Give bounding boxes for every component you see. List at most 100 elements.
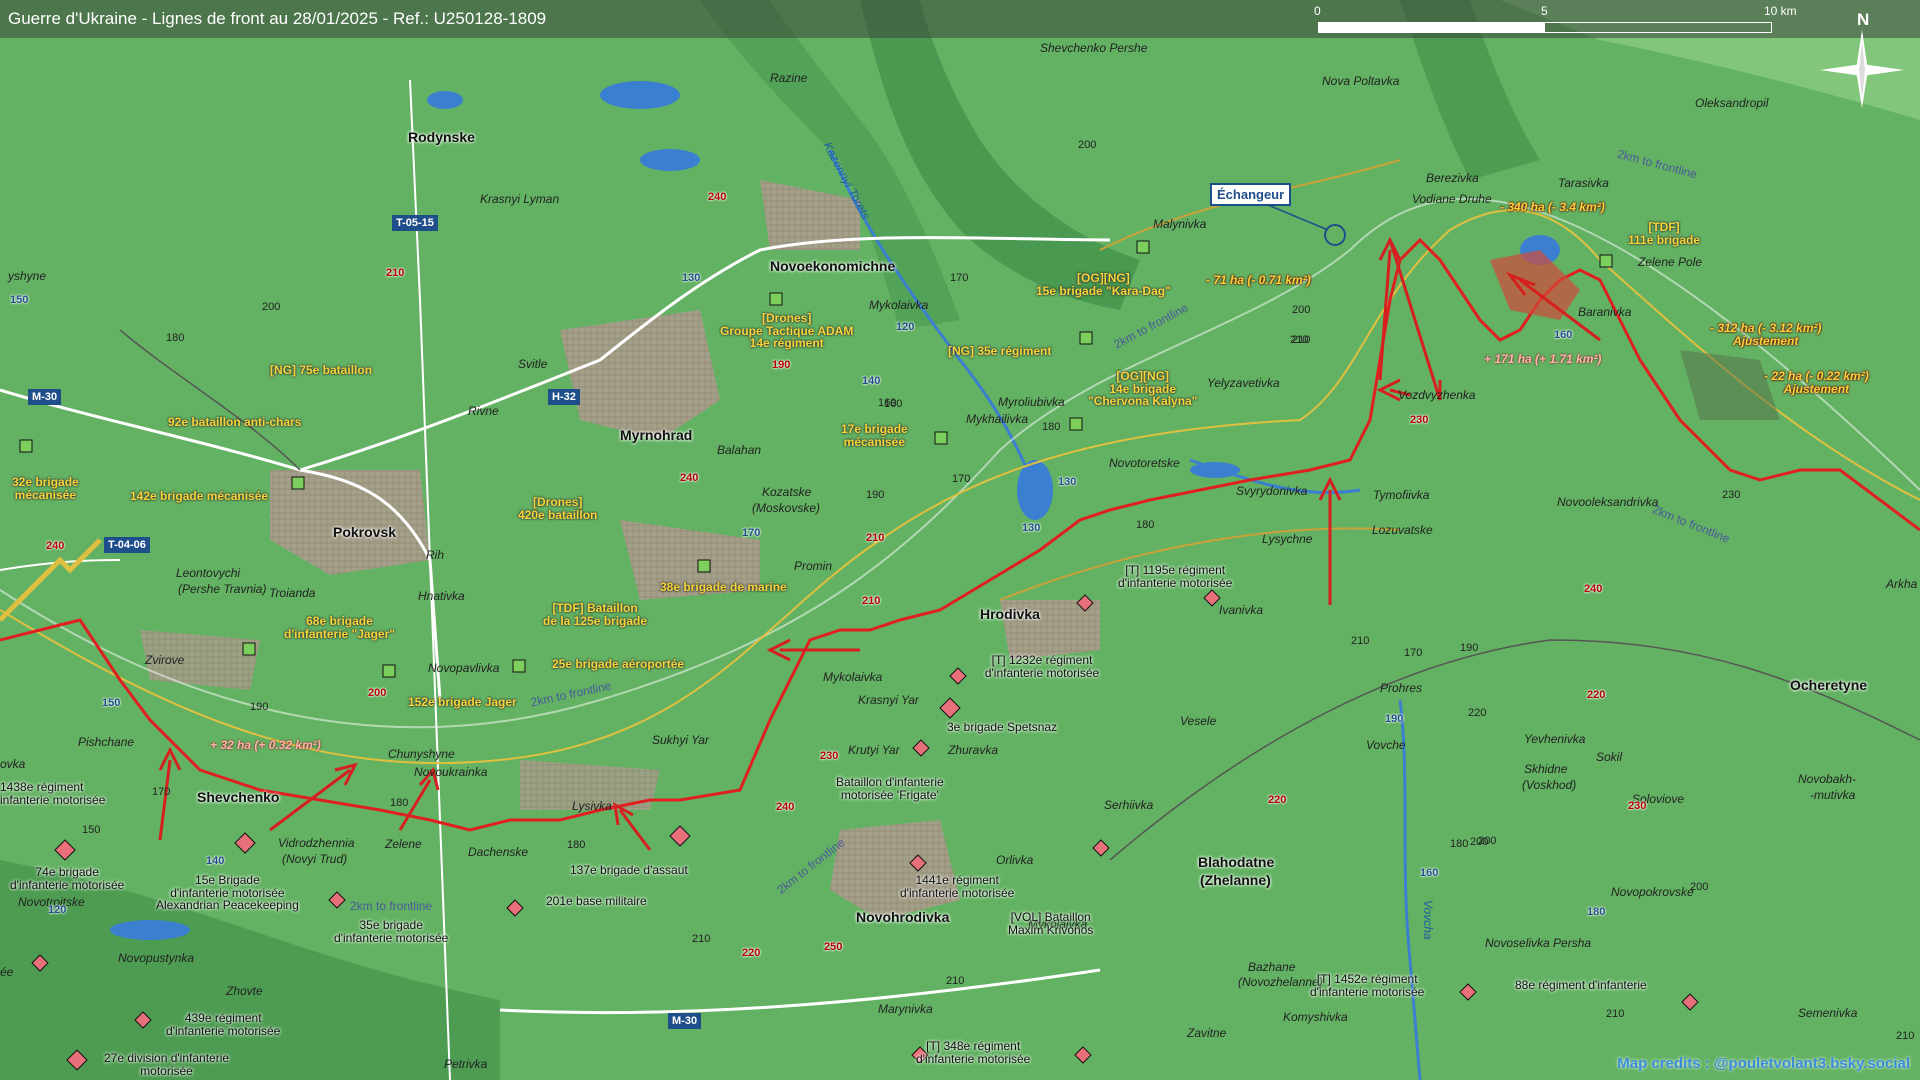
town-label: Zhovte — [226, 984, 263, 998]
height-label: 170 — [952, 473, 971, 485]
unit-label-line: 17e brigade — [841, 422, 908, 436]
town-label: Dachenske — [468, 845, 529, 859]
unit-label-line: infanterie motorisée — [0, 792, 106, 807]
route-number: 220 — [1268, 794, 1287, 806]
town-label: Troianda — [269, 586, 316, 600]
unit-marker-icon — [1079, 331, 1093, 345]
route-number: 120 — [896, 321, 915, 333]
town-label: ovka — [0, 757, 26, 771]
height-label: 180 — [567, 839, 586, 851]
unit-label: 68e brigade d'infanterie "Jager" — [284, 615, 395, 640]
town-label: Novopavlivka — [428, 661, 500, 675]
town-label: Vidrodzhennia — [278, 836, 355, 850]
town-label: Mykolaivka — [823, 670, 883, 684]
unit-label-line: 1441e régiment — [915, 873, 999, 887]
city-label: Ocheretyne — [1790, 677, 1868, 693]
town-label: (Voskhod) — [1522, 778, 1577, 792]
town-label: Promin — [794, 559, 833, 573]
town-label: Krasnyi Yar — [858, 693, 919, 707]
unit-marker-icon — [291, 476, 305, 490]
town-label: Berezivka — [1426, 171, 1479, 185]
route-number: 240 — [708, 191, 727, 203]
town-label: Ivanivka — [1219, 603, 1264, 617]
unit-marker-icon — [1069, 417, 1083, 431]
frontline-distance-label: 2km to frontline — [350, 899, 433, 913]
unit-label: [Drones] Groupe Tactique ADAM 14e régime… — [720, 312, 853, 350]
unit-label: 32e brigade mécanisée — [12, 476, 79, 501]
town-label: Zelene — [385, 837, 422, 851]
unit-label-line: 439e régiment — [184, 1011, 262, 1025]
height-label: 180 — [1136, 519, 1155, 531]
route-number: 210 — [866, 532, 885, 544]
unit-label-line: de la 125e brigade — [543, 613, 648, 628]
unit-label-line: d'infanterie motorisée — [916, 1051, 1031, 1066]
route-number: 130 — [682, 272, 701, 284]
compass-rose-icon: N — [1812, 8, 1912, 118]
scale-end: 10 km — [1764, 4, 1797, 18]
height-label: 180 — [166, 332, 185, 344]
road-shield: T-05-15 — [392, 215, 438, 231]
town-label: Bazhane — [1248, 960, 1296, 974]
town-label: Novotoretske — [1109, 456, 1180, 470]
lake — [600, 81, 680, 109]
route-number: 130 — [1058, 476, 1077, 488]
unit-label-line: d'infanterie motorisée — [1310, 984, 1425, 999]
height-label: 210 — [1351, 635, 1370, 647]
road-shield: H-32 — [548, 389, 580, 405]
city-label: Blahodatne — [1198, 854, 1275, 870]
unit-label: 1441e régiment d'infanterie motorisée — [900, 874, 1014, 899]
unit-label-line: "Chervona Kalyna" — [1088, 394, 1198, 409]
town-label: Nova Poltavka — [1322, 74, 1400, 88]
road-shield: M-30 — [28, 389, 62, 405]
unit-label: 439e régiment d'infanterie motorisée — [166, 1012, 280, 1037]
route-number: 140 — [206, 855, 225, 867]
town-label: Vesele — [1180, 714, 1217, 728]
height-label: 210 — [946, 975, 965, 987]
town-label: Zhuravka — [948, 743, 999, 757]
unit-label-line: [T] 1195e régiment — [1125, 563, 1226, 577]
height-label: 180 — [1450, 838, 1469, 850]
unit-label-line: [Drones] — [762, 311, 812, 325]
unit-label-line: motorisée 'Frigate' — [840, 787, 939, 802]
river-label: Vovcha — [1421, 900, 1435, 940]
interchange-callout: Échangeur — [1210, 183, 1292, 206]
route-number: 210 — [386, 267, 405, 279]
unit-label: [OG][NG] 14e brigade "Chervona Kalyna" — [1088, 370, 1197, 408]
unit-label-line: [T] 1452e régiment — [1316, 972, 1418, 986]
height-label: 210 — [692, 933, 711, 945]
unit-label-line: [OG][NG] — [1077, 271, 1130, 285]
town-label: Myroliubivka — [998, 395, 1065, 409]
height-label: 220 — [1468, 707, 1487, 719]
route-number: 140 — [862, 375, 881, 387]
unit-label: [VOL] Bataillon Maxim Krivonos — [1008, 911, 1093, 936]
unit-label: [OG][NG] 15e brigade "Kara-Dag" — [1036, 272, 1171, 297]
unit-label-line: Maxim Krivonos — [1008, 922, 1094, 937]
town-label: -mutivka — [1810, 788, 1856, 802]
height-label: 180 — [1042, 421, 1061, 433]
unit-label: [NG] 35e régiment — [948, 344, 1052, 358]
town-label: Yevhenivka — [1524, 732, 1586, 746]
lake — [427, 91, 463, 109]
height-label: 210 — [1292, 334, 1311, 346]
route-number: 240 — [46, 540, 65, 552]
height-label: 160 — [884, 398, 903, 410]
map-view[interactable]: Guerre d'Ukraine - Lignes de front au 28… — [0, 0, 1920, 1080]
unit-label: 15e Brigade d'infanterie motorisée Alexa… — [156, 874, 299, 912]
height-label: 210 — [1896, 1030, 1915, 1042]
route-number: 160 — [1554, 329, 1573, 341]
unit-label: Bataillon d'infanterie motorisée 'Frigat… — [836, 776, 944, 801]
unit-marker-icon — [19, 439, 33, 453]
town-label: Balahan — [717, 443, 762, 457]
town-label: Vodiane Druhe — [1412, 192, 1492, 206]
town-label: Yelyzavetivka — [1207, 376, 1280, 390]
height-label: 200 — [1470, 836, 1489, 848]
unit-label: 3e brigade Spetsnaz — [947, 720, 1058, 734]
height-label: 210 — [1606, 1008, 1625, 1020]
unit-label-line: 14e régiment — [749, 336, 824, 351]
unit-label-line: 1438e régiment — [0, 780, 84, 794]
town-label: Vozdvyzhenka — [1398, 388, 1476, 402]
lake — [110, 920, 190, 940]
unit-label-line: d'infanterie motorisée — [900, 885, 1015, 900]
town-label: Komyshivka — [1283, 1010, 1348, 1024]
unit-label: 27e division d'infanterie motorisée — [104, 1052, 229, 1077]
